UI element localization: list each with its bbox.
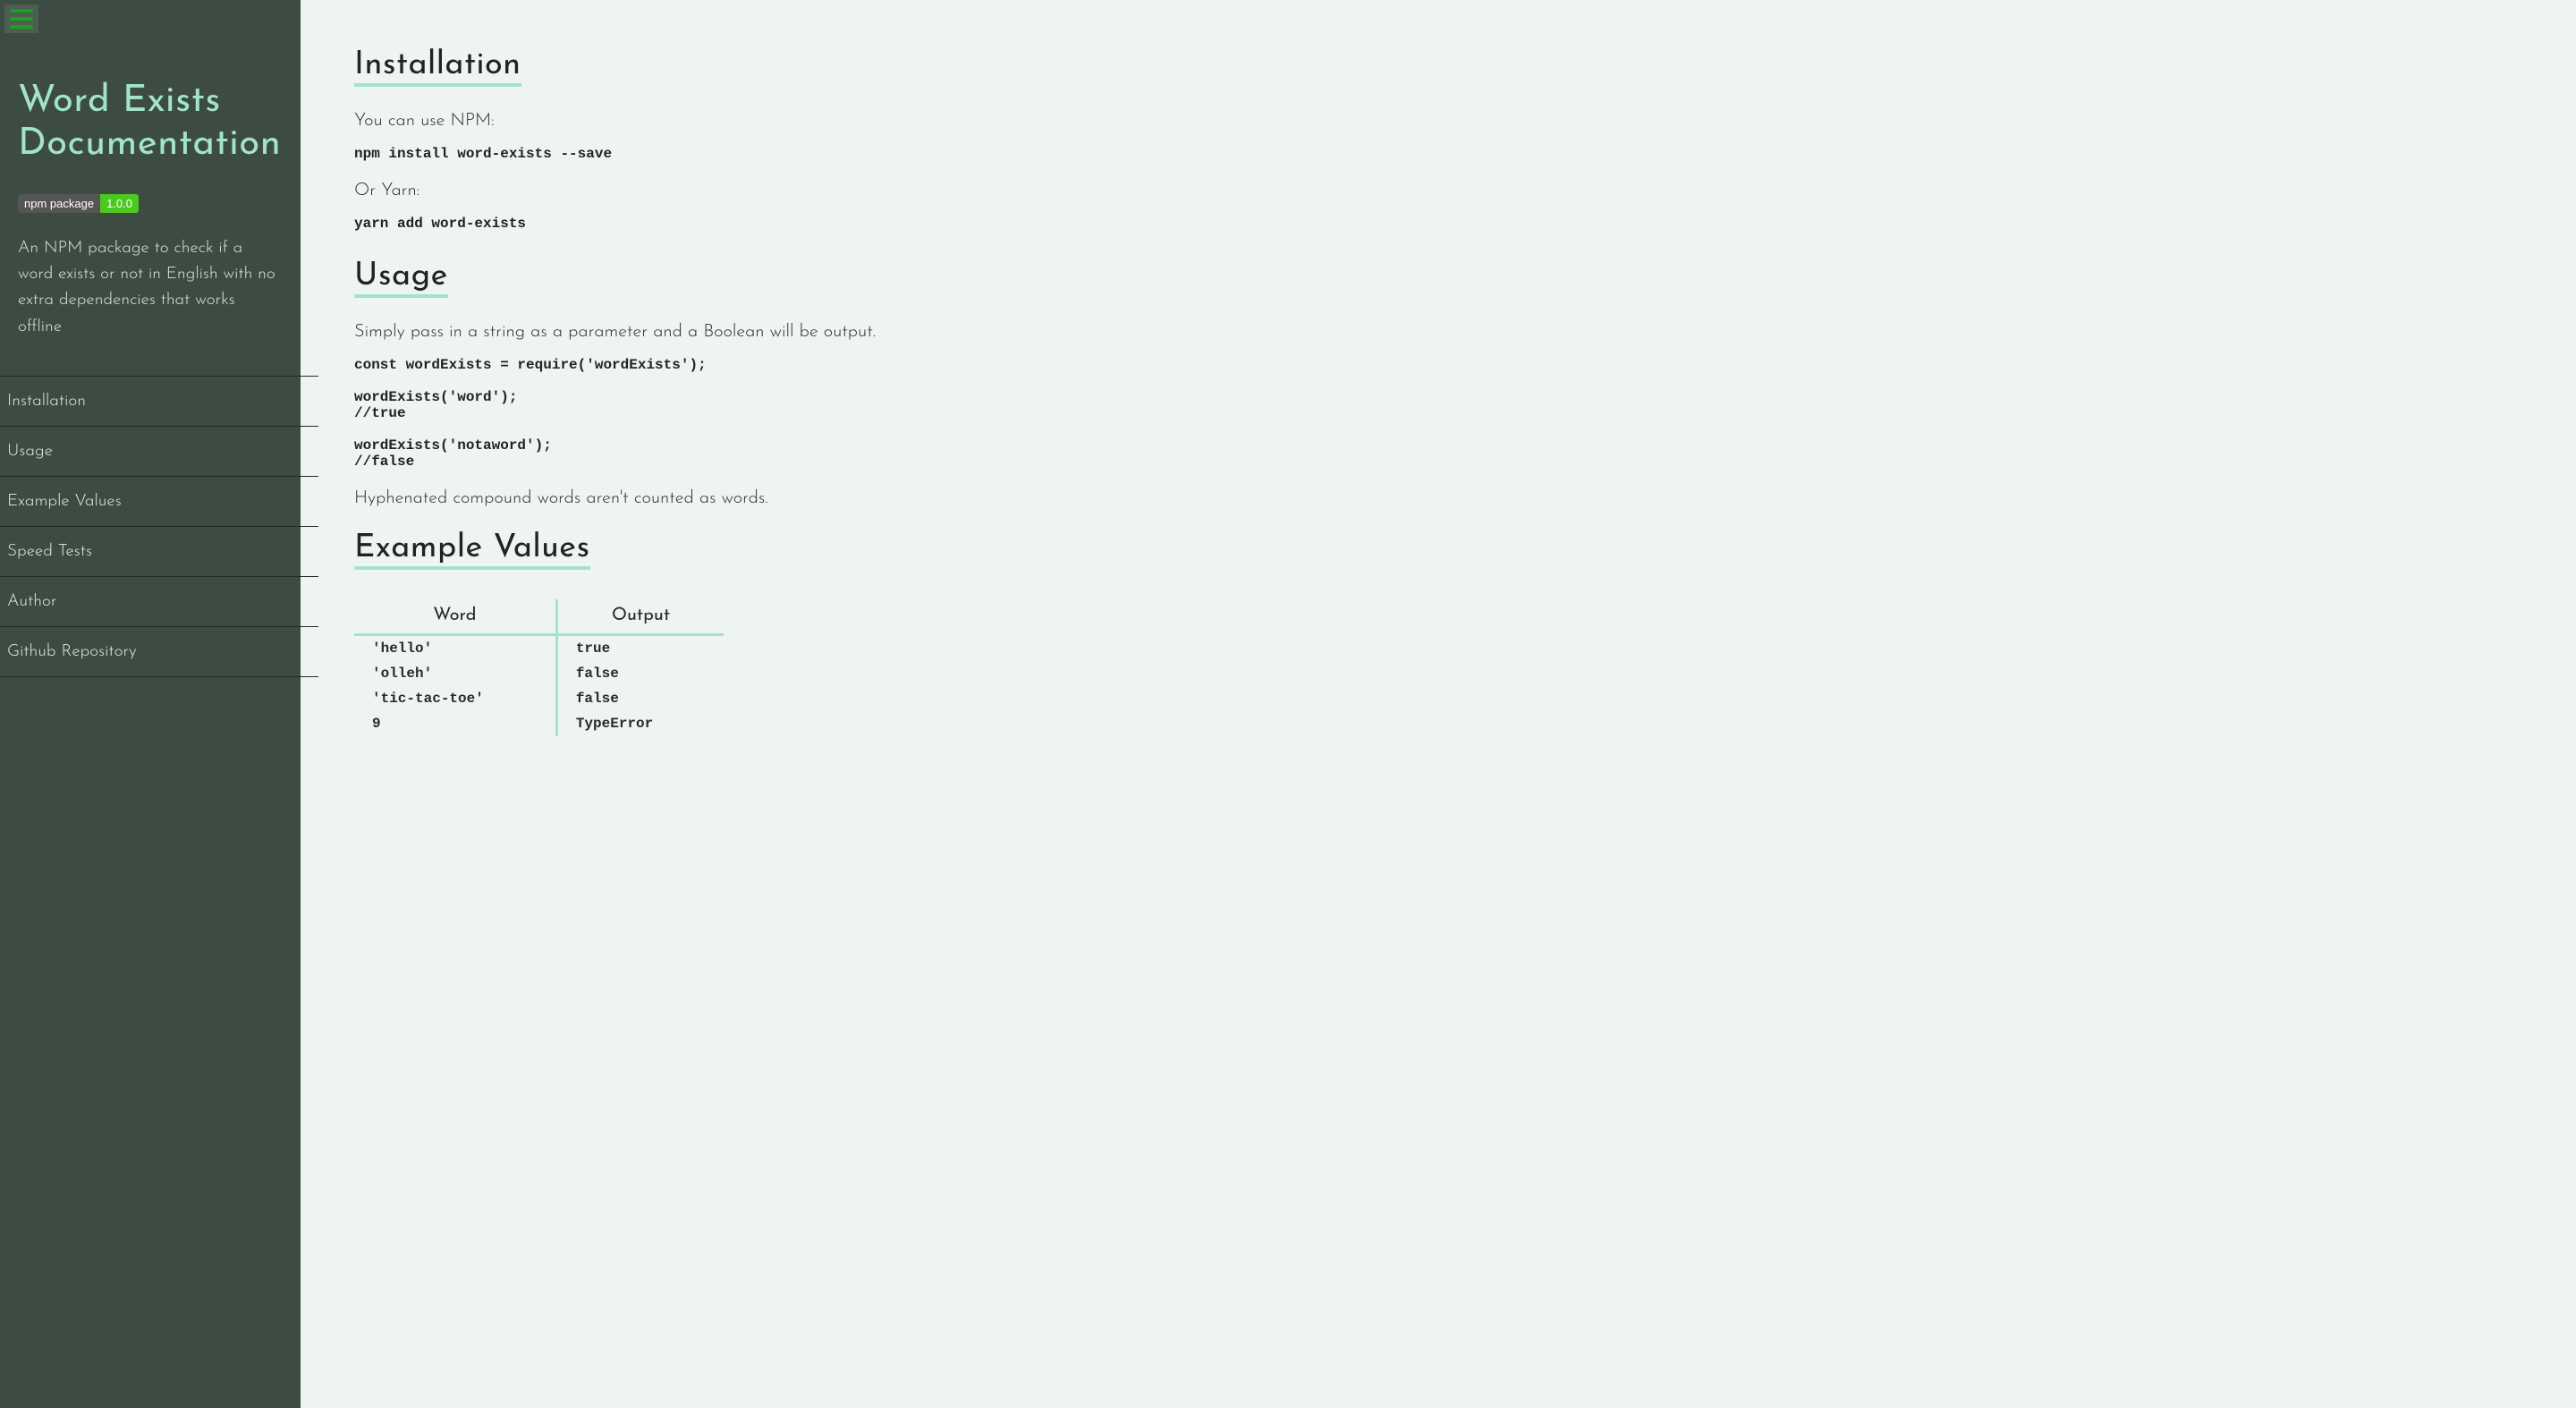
table-cell: 'olleh' — [354, 661, 556, 686]
nav-item-installation[interactable]: Installation — [0, 377, 318, 427]
badge-value: 1.0.0 — [100, 194, 139, 213]
table-row: 9TypeError — [354, 711, 724, 736]
table-row: 'tic-tac-toe'false — [354, 686, 724, 711]
table-cell: 'hello' — [354, 635, 556, 662]
installation-npm-cmd: npm install word-exists --save — [354, 146, 2522, 162]
hamburger-bar — [10, 9, 33, 13]
table-cell: 'tic-tac-toe' — [354, 686, 556, 711]
nav-item-author[interactable]: Author — [0, 577, 318, 627]
nav-item-usage[interactable]: Usage — [0, 427, 318, 477]
table-cell: 9 — [354, 711, 556, 736]
heading-usage: Usage — [354, 260, 448, 298]
sidebar-content: Word Exists Documentation npm package 1.… — [0, 0, 301, 376]
table-header-output: Output — [556, 599, 724, 635]
usage-intro: Simply pass in a string as a parameter a… — [354, 323, 2522, 341]
main-content: Installation You can use NPM: npm instal… — [301, 0, 2576, 1408]
heading-example-values: Example Values — [354, 532, 590, 570]
nav-list: Installation Usage Example Values Speed … — [0, 376, 318, 677]
table-row: 'hello'true — [354, 635, 724, 662]
npm-badge[interactable]: npm package 1.0.0 — [18, 194, 139, 213]
hamburger-bar — [10, 17, 33, 21]
usage-note: Hyphenated compound words aren't counted… — [354, 489, 2522, 507]
table-header-word: Word — [354, 599, 556, 635]
site-description: An NPM package to check if a word exists… — [18, 235, 283, 341]
nav-item-speed-tests[interactable]: Speed Tests — [0, 527, 318, 577]
installation-yarn-text: Or Yarn: — [354, 182, 2522, 199]
table-cell: TypeError — [556, 711, 724, 736]
table-cell: true — [556, 635, 724, 662]
nav-item-github[interactable]: Github Repository — [0, 627, 318, 677]
example-table: Word Output 'hello'true'olleh'false'tic-… — [354, 599, 724, 736]
installation-npm-text: You can use NPM: — [354, 112, 2522, 130]
table-row: 'olleh'false — [354, 661, 724, 686]
badge-label: npm package — [18, 194, 100, 213]
installation-yarn-cmd: yarn add word-exists — [354, 216, 2522, 232]
hamburger-menu-button[interactable] — [4, 4, 38, 33]
sidebar: Word Exists Documentation npm package 1.… — [0, 0, 301, 1408]
site-title: Word Exists Documentation — [18, 81, 283, 167]
usage-code: const wordExists = require('wordExists')… — [354, 357, 2522, 470]
nav-item-example-values[interactable]: Example Values — [0, 477, 318, 527]
table-cell: false — [556, 686, 724, 711]
hamburger-bar — [10, 25, 33, 29]
heading-installation: Installation — [354, 49, 521, 87]
table-cell: false — [556, 661, 724, 686]
table-header-row: Word Output — [354, 599, 724, 635]
